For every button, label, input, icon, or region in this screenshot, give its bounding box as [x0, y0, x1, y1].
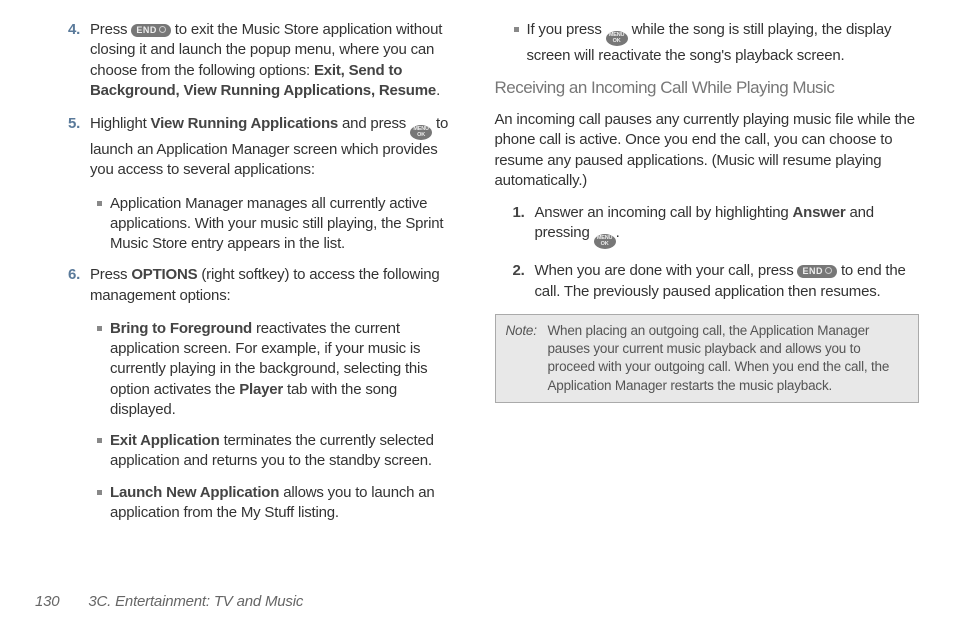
- left-column: 4. Press END to exit the Music Store app…: [35, 20, 460, 570]
- bold-text: Exit Application: [110, 432, 220, 449]
- sub-bullet: Application Manager manages all currentl…: [110, 194, 460, 255]
- text: When you are done with your call, press: [535, 262, 798, 279]
- step-2: 2. When you are done with your call, pre…: [535, 261, 920, 302]
- step-number: 4.: [68, 20, 80, 40]
- bold-text: Answer: [792, 204, 845, 221]
- text: If you press: [527, 21, 606, 38]
- right-column: If you press MENUOK while the song is st…: [495, 20, 920, 570]
- bold-text: View Running Applications: [151, 115, 339, 132]
- text: .: [616, 224, 620, 241]
- step-number: 2.: [513, 261, 525, 281]
- text: Application Manager manages all currentl…: [110, 195, 443, 253]
- text: .: [436, 82, 440, 99]
- content-columns: 4. Press END to exit the Music Store app…: [35, 20, 919, 570]
- bold-text: Player: [239, 381, 283, 398]
- sub-bullet: Launch New Application allows you to lau…: [110, 483, 460, 524]
- note-text: When placing an outgoing call, the Appli…: [548, 322, 909, 395]
- ok-key-icon: MENUOK: [594, 234, 616, 249]
- page-number: 130: [35, 593, 59, 610]
- step-4: 4. Press END to exit the Music Store app…: [90, 20, 460, 101]
- ok-key-icon: MENUOK: [606, 31, 628, 46]
- text: Answer an incoming call by highlighting: [535, 204, 793, 221]
- step-1: 1. Answer an incoming call by highlighti…: [535, 203, 920, 249]
- bold-text: Bring to Foreground: [110, 320, 252, 337]
- bold-text: Launch New Application: [110, 484, 279, 501]
- note-box: Note: When placing an outgoing call, the…: [495, 314, 920, 403]
- step-5: 5. Highlight View Running Applications a…: [90, 114, 460, 181]
- ok-key-icon: MENUOK: [410, 125, 432, 140]
- page-footer: 130 3C. Entertainment: TV and Music: [35, 592, 303, 612]
- step-6: 6. Press OPTIONS (right softkey) to acce…: [90, 265, 460, 306]
- bold-text: OPTIONS: [131, 266, 197, 283]
- paragraph: An incoming call pauses any currently pl…: [495, 110, 920, 191]
- sub-bullet: Exit Application terminates the currentl…: [110, 431, 460, 472]
- step-number: 6.: [68, 265, 80, 285]
- step-number: 1.: [513, 203, 525, 223]
- step-number: 5.: [68, 114, 80, 134]
- text: Press: [90, 21, 131, 38]
- text: Highlight: [90, 115, 151, 132]
- text: Press: [90, 266, 131, 283]
- end-key-icon: END: [797, 265, 837, 278]
- text: and press: [342, 115, 410, 132]
- sub-bullet: Bring to Foreground reactivates the curr…: [110, 319, 460, 420]
- section-title: 3C. Entertainment: TV and Music: [88, 593, 303, 610]
- sub-bullet: If you press MENUOK while the song is st…: [527, 20, 920, 66]
- note-label: Note:: [506, 322, 548, 395]
- section-heading: Receiving an Incoming Call While Playing…: [495, 77, 920, 100]
- end-key-icon: END: [131, 24, 171, 37]
